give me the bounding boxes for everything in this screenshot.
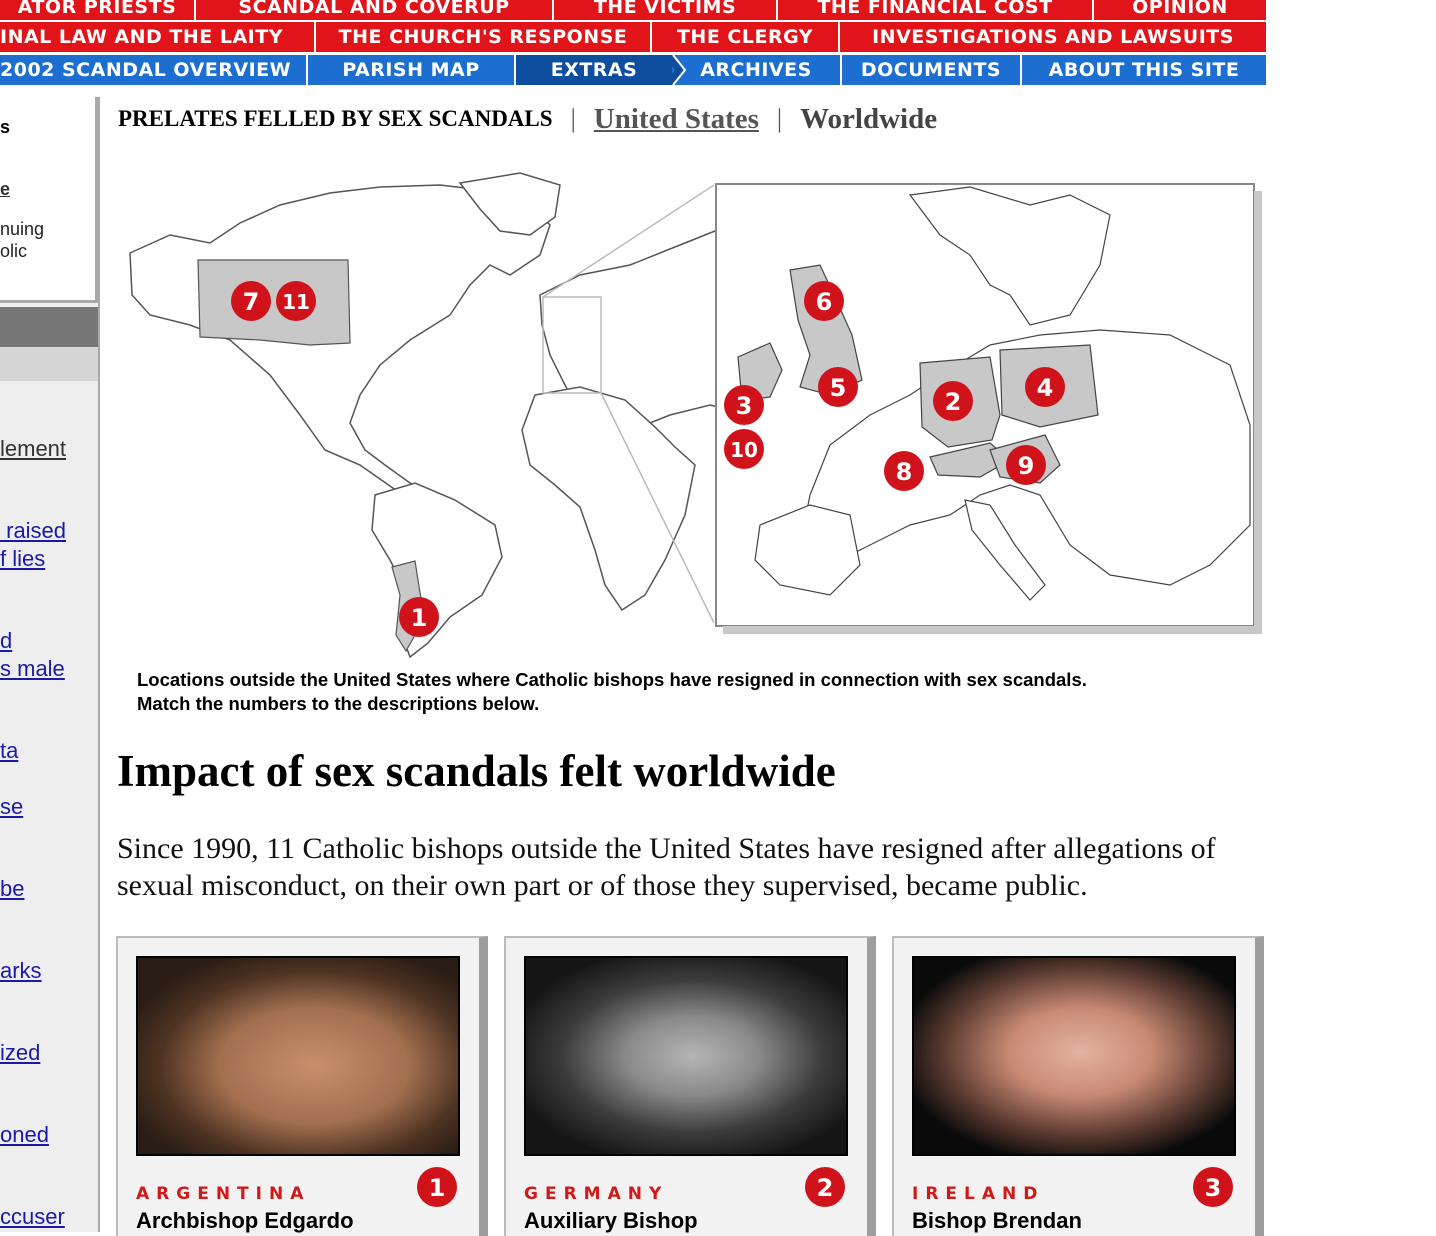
sidebar-link[interactable]: raised f lies (0, 517, 66, 573)
nav-archives[interactable]: ARCHIVES (672, 55, 842, 85)
nav-row-middle: INAL LAW AND THE LAITY THE CHURCH'S RESP… (0, 22, 1266, 52)
map-marker-1[interactable]: 1 (399, 597, 439, 637)
svg-text:3: 3 (736, 392, 753, 420)
card-country: ARGENTINA (136, 1184, 311, 1204)
map-marker-2[interactable]: 2 (933, 381, 973, 421)
nav-canonical-law[interactable]: INAL LAW AND THE LAITY (0, 22, 316, 52)
sidebar-link[interactable]: lement (0, 435, 66, 463)
sidebar-link[interactable]: se (0, 793, 23, 821)
nav-scandal-overview[interactable]: 2002 SCANDAL OVERVIEW (0, 55, 308, 85)
map-marker-11[interactable]: 11 (276, 281, 316, 321)
svg-text:5: 5 (830, 374, 847, 402)
sidebar-link[interactable]: ccuser (0, 1203, 65, 1231)
nav-extras[interactable]: EXTRAS (516, 55, 672, 85)
united-states-link[interactable]: United States (594, 103, 759, 136)
nav-financial-cost[interactable]: THE FINANCIAL COST (778, 0, 1094, 20)
europe-inset (715, 183, 1262, 634)
svg-text:3: 3 (1205, 1174, 1222, 1202)
header-separator: | (570, 104, 576, 133)
nav-investigations[interactable]: INVESTIGATIONS AND LAWSUITS (840, 22, 1266, 52)
sidebar-box-link[interactable]: e (0, 179, 10, 200)
svg-text:8: 8 (896, 458, 913, 486)
bishop-card-argentina[interactable]: 1 ARGENTINA Archbishop Edgardo (116, 936, 488, 1236)
map-caption-line-1: Locations outside the United States wher… (137, 669, 1087, 690)
nav-row-bottom: 2002 SCANDAL OVERVIEW PARISH MAP EXTRAS … (0, 55, 1266, 85)
nav-about-site[interactable]: ABOUT THIS SITE (1022, 55, 1266, 85)
sidebar-box-heading: s (0, 117, 11, 137)
card-country: IRELAND (912, 1184, 1045, 1204)
map-caption-line-2: Match the numbers to the descriptions be… (137, 693, 540, 714)
article-lead: Since 1990, 11 Catholic bishops outside … (117, 832, 1216, 902)
svg-text:1: 1 (411, 604, 428, 632)
sidebar-link[interactable]: oned (0, 1121, 49, 1149)
world-landmass (129, 172, 751, 659)
map-caption: Locations outside the United States wher… (137, 668, 1247, 716)
svg-text:11: 11 (282, 290, 310, 314)
article-headline: Impact of sex scandals felt worldwide (117, 746, 836, 796)
sidebar-link[interactable]: ized (0, 1039, 40, 1067)
card-country: GERMANY (524, 1184, 669, 1204)
sidebar-header-bar (0, 307, 98, 347)
nav-opinion[interactable]: OPINION (1094, 0, 1266, 20)
world-map: 1 2 3 4 5 6 7 8 9 10 11 (129, 172, 1262, 659)
sidebar-link[interactable]: ta (0, 737, 18, 765)
nav-parish-map[interactable]: PARISH MAP (308, 55, 516, 85)
sidebar-feature-box: s e nuing olic (0, 97, 98, 303)
nav-row-top: ATOR PRIESTS SCANDAL AND COVERUP THE VIC… (0, 0, 1266, 20)
bishop-photo (912, 956, 1236, 1156)
svg-text:1: 1 (429, 1174, 446, 1202)
map-marker-6[interactable]: 6 (804, 281, 844, 321)
svg-text:4: 4 (1037, 374, 1054, 402)
svg-text:2: 2 (817, 1174, 834, 1202)
card-number-badge: 2 (805, 1167, 845, 1207)
sidebar-link[interactable]: arks (0, 957, 42, 985)
map-marker-4[interactable]: 4 (1025, 367, 1065, 407)
page-title: PRELATES FELLED BY SEX SCANDALS (118, 106, 553, 131)
page-header: PRELATES FELLED BY SEX SCANDALS | United… (118, 102, 937, 136)
map-marker-10[interactable]: 10 (724, 429, 764, 469)
sidebar-link[interactable]: d s male (0, 627, 65, 683)
map-marker-8[interactable]: 8 (884, 451, 924, 491)
svg-text:6: 6 (816, 288, 833, 316)
canada-highlight (197, 259, 351, 346)
bishop-photo (136, 956, 460, 1156)
nav-documents[interactable]: DOCUMENTS (842, 55, 1022, 85)
card-bishop-name: Archbishop Edgardo (136, 1208, 354, 1233)
worldwide-label: Worldwide (800, 102, 938, 135)
card-number-badge: 3 (1193, 1167, 1233, 1207)
svg-text:2: 2 (945, 388, 962, 416)
sidebar-subheader-bar (0, 347, 98, 381)
header-separator: | (776, 104, 783, 133)
map-marker-7[interactable]: 7 (231, 281, 271, 321)
card-number-badge: 1 (417, 1167, 457, 1207)
map-marker-3[interactable]: 3 (724, 385, 764, 425)
sidebar-link[interactable]: be (0, 875, 24, 903)
card-bishop-name: Auxiliary Bishop (524, 1208, 698, 1233)
svg-text:10: 10 (730, 438, 758, 462)
nav-scandal-coverup[interactable]: SCANDAL AND COVERUP (196, 0, 554, 20)
bishop-photo (524, 956, 848, 1156)
svg-text:7: 7 (243, 288, 260, 316)
svg-text:9: 9 (1018, 452, 1035, 480)
bishop-card-ireland[interactable]: 3 IRELAND Bishop Brendan (892, 936, 1264, 1236)
left-sidebar: s e nuing olic lement raised f lies d s … (0, 97, 100, 1232)
nav-predator-priests[interactable]: ATOR PRIESTS (0, 0, 196, 20)
card-bishop-name: Bishop Brendan (912, 1208, 1082, 1233)
map-marker-9[interactable]: 9 (1006, 445, 1046, 485)
map-marker-5[interactable]: 5 (818, 367, 858, 407)
nav-victims[interactable]: THE VICTIMS (554, 0, 778, 20)
nav-church-response[interactable]: THE CHURCH'S RESPONSE (316, 22, 652, 52)
sidebar-box-text: nuing olic (0, 219, 45, 261)
nav-clergy[interactable]: THE CLERGY (652, 22, 840, 52)
bishop-card-germany[interactable]: 2 GERMANY Auxiliary Bishop (504, 936, 876, 1236)
